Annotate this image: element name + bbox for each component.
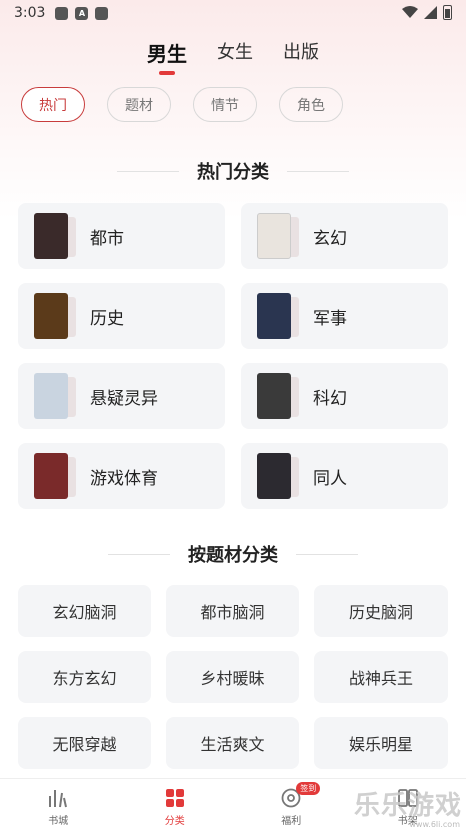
chip-role[interactable]: 角色: [279, 87, 343, 122]
status-bar: 3:03 A: [0, 0, 466, 26]
hot-category-label: 同人: [313, 468, 347, 489]
hot-category-label: 历史: [90, 308, 124, 329]
hot-category-label: 玄幻: [313, 228, 347, 249]
nav-welfare[interactable]: 签到 福利: [256, 782, 326, 827]
divider: [117, 170, 179, 172]
chip-hot[interactable]: 热门: [21, 87, 85, 122]
nav-bookstore[interactable]: 书城: [23, 788, 93, 827]
nav-category[interactable]: 分类: [140, 788, 210, 827]
gender-tabs: 男生 女生 出版: [0, 36, 466, 75]
nav-welfare-label: 福利: [281, 816, 302, 827]
book-cover: [257, 373, 299, 419]
book-cover: [257, 213, 299, 259]
tag-item[interactable]: 无限穿越: [18, 717, 151, 769]
tag-section-heading: 按题材分类: [188, 545, 278, 566]
hot-category-card[interactable]: 科幻: [241, 363, 448, 429]
signal-icon: [424, 6, 437, 19]
hot-category-card[interactable]: 游戏体育: [18, 443, 225, 509]
tag-item[interactable]: 都市脑洞: [166, 585, 299, 637]
hot-section-title: 热门分类: [0, 158, 466, 184]
nav-bookstore-label: 书城: [48, 816, 69, 827]
tag-item[interactable]: 生活爽文: [166, 717, 299, 769]
hot-category-card[interactable]: 同人: [241, 443, 448, 509]
book-cover: [257, 293, 299, 339]
battery-icon: [443, 5, 452, 20]
watermark-url: www.6li.com: [409, 820, 460, 829]
hot-category-card[interactable]: 历史: [18, 283, 225, 349]
hot-category-card[interactable]: 悬疑灵异: [18, 363, 225, 429]
notification-app-icon: [95, 6, 109, 20]
tag-item[interactable]: 东方玄幻: [18, 651, 151, 703]
tag-grid: 玄幻脑洞 都市脑洞 历史脑洞 东方玄幻 乡村暖昧 战神兵王 无限穿越 生活爽文 …: [18, 585, 448, 769]
book-cover: [34, 453, 76, 499]
hot-section-heading: 热门分类: [197, 162, 269, 183]
tag-item[interactable]: 战神兵王: [314, 651, 448, 703]
notification-a-icon: A: [75, 6, 89, 20]
divider: [296, 553, 358, 555]
notification-icon: [55, 6, 69, 20]
hot-category-label: 都市: [90, 228, 124, 249]
hot-category-label: 悬疑灵异: [90, 388, 158, 409]
tag-item[interactable]: 玄幻脑洞: [18, 585, 151, 637]
tab-publish[interactable]: 出版: [283, 36, 319, 75]
chip-theme[interactable]: 题材: [107, 87, 171, 122]
tab-male[interactable]: 男生: [147, 36, 187, 75]
nav-category-label: 分类: [164, 816, 185, 827]
wifi-icon: [402, 6, 418, 18]
book-cover: [34, 213, 76, 259]
bookstore-icon: [47, 788, 69, 808]
hot-category-card[interactable]: 都市: [18, 203, 225, 269]
tag-item[interactable]: 乡村暖昧: [166, 651, 299, 703]
hot-category-card[interactable]: 军事: [241, 283, 448, 349]
watermark-logo: 乐乐游戏: [353, 791, 462, 821]
tab-female[interactable]: 女生: [217, 36, 253, 75]
book-cover: [257, 453, 299, 499]
divider: [287, 170, 349, 172]
book-cover: [34, 373, 76, 419]
tag-section-title: 按题材分类: [0, 541, 466, 567]
book-cover: [34, 293, 76, 339]
tag-item[interactable]: 历史脑洞: [314, 585, 448, 637]
divider: [108, 553, 170, 555]
hot-category-label: 军事: [313, 308, 347, 329]
hot-category-grid: 都市 玄幻 历史 军事 悬疑灵异 科幻 游戏体育 同人: [18, 203, 448, 509]
chip-plot[interactable]: 情节: [193, 87, 257, 122]
status-time: 3:03: [14, 5, 46, 21]
sign-in-badge: 签到: [296, 782, 321, 795]
tag-item[interactable]: 娱乐明星: [314, 717, 448, 769]
hot-category-card[interactable]: 玄幻: [241, 203, 448, 269]
hot-category-label: 游戏体育: [90, 468, 158, 489]
hot-category-label: 科幻: [313, 388, 347, 409]
category-icon: [165, 788, 185, 808]
filter-chips: 热门 题材 情节 角色: [21, 87, 343, 122]
